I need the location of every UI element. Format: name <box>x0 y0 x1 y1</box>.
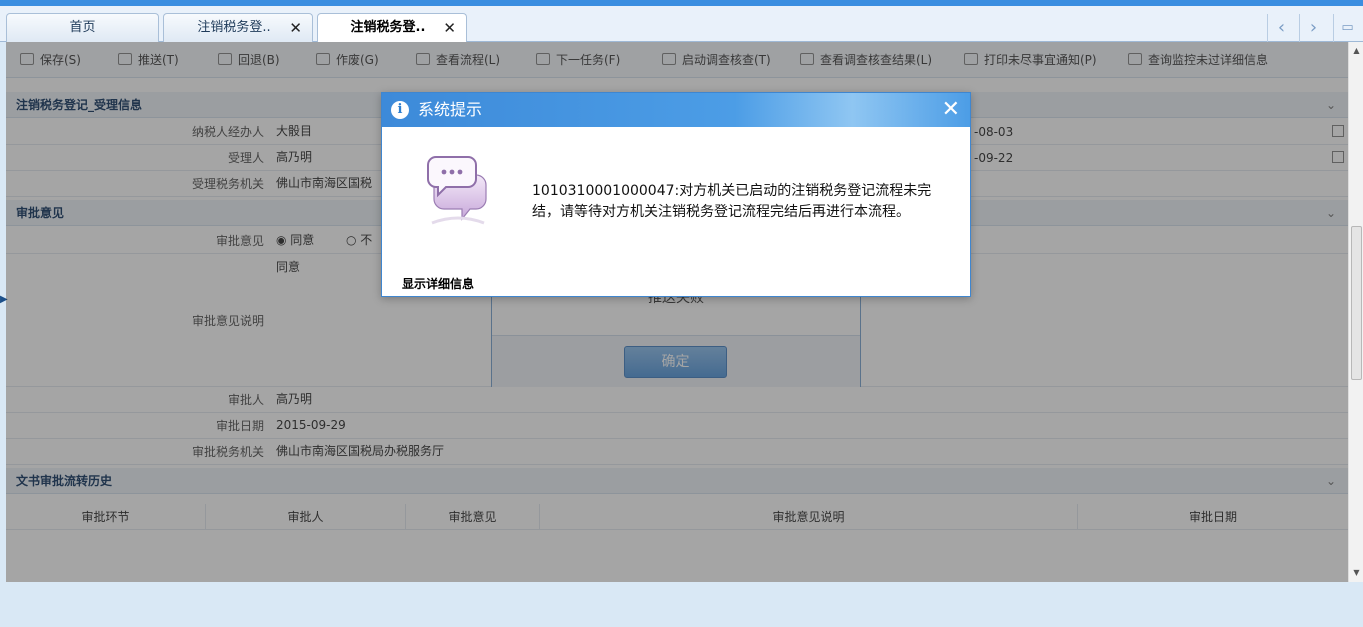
show-details-link[interactable]: 显示详细信息 <box>402 275 474 292</box>
chevron-right-icon[interactable]: › <box>1299 14 1327 42</box>
chat-bubbles-icon <box>427 156 487 225</box>
dialog-header: i 系统提示 ✕ <box>382 93 970 127</box>
vertical-scrollbar[interactable]: ▲ ▼ <box>1348 42 1363 582</box>
tab-label: 首页 <box>69 20 96 35</box>
close-icon[interactable]: ✕ <box>942 98 960 122</box>
tab-home[interactable]: 首页 <box>6 13 159 42</box>
chevron-left-icon[interactable]: ‹ <box>1267 14 1295 42</box>
tab-label: 注销税务登.. <box>197 20 271 35</box>
tab-deregistration-2[interactable]: 注销税务登.. ✕ <box>317 13 467 43</box>
dialog-title: 系统提示 <box>418 100 483 119</box>
close-icon[interactable]: ✕ <box>443 14 456 42</box>
dialog-message: 1010310001000047:对方机关已启动的注销税务登记流程未完结，请等待… <box>532 183 932 220</box>
tab-label: 注销税务登.. <box>350 20 426 35</box>
system-alert-dialog: i 系统提示 ✕ 1010310001000047:对方机关已启动的注销税务登记… <box>381 92 971 297</box>
scroll-thumb[interactable] <box>1351 226 1362 380</box>
close-icon[interactable]: ✕ <box>289 14 302 42</box>
maximize-icon[interactable]: ▭ <box>1333 14 1361 42</box>
tab-bar: 首页 注销税务登.. ✕ 注销税务登.. ✕ ‹ › ▭ <box>0 6 1363 43</box>
tab-deregistration-1[interactable]: 注销税务登.. ✕ <box>163 13 313 42</box>
scroll-down-icon[interactable]: ▼ <box>1349 566 1363 580</box>
scroll-up-icon[interactable]: ▲ <box>1349 44 1363 58</box>
info-icon: i <box>391 101 409 119</box>
